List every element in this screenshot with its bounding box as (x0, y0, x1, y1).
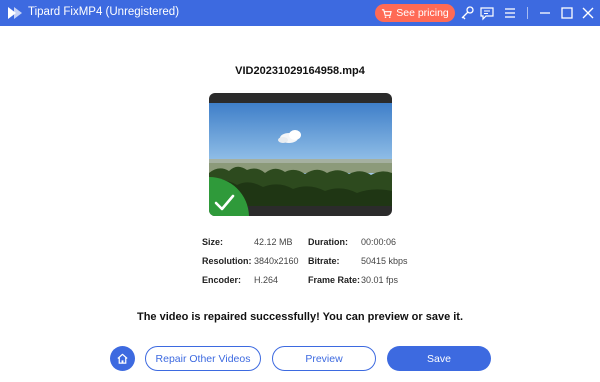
bitrate-value: 50415 kbps (361, 256, 408, 266)
preview-button[interactable]: Preview (272, 346, 376, 371)
framerate-label: Frame Rate: (308, 275, 361, 285)
key-icon[interactable] (459, 5, 475, 21)
see-pricing-label: See pricing (396, 7, 449, 19)
title-bar: Tipard FixMP4 (Unregistered) See pricing (0, 0, 600, 26)
file-name: VID20231029164958.mp4 (235, 65, 365, 77)
home-button[interactable] (110, 346, 135, 371)
menu-icon[interactable] (502, 5, 518, 21)
cart-icon (382, 8, 393, 18)
resolution-label: Resolution: (202, 256, 252, 266)
framerate-value: 30.01 fps (361, 275, 399, 285)
play-logo-icon (6, 5, 24, 21)
maximize-icon[interactable] (559, 5, 575, 21)
close-icon[interactable] (580, 5, 596, 21)
landscape-image (209, 103, 392, 206)
title-bar-divider (527, 7, 528, 19)
resolution-value: 3840x2160 (254, 256, 299, 266)
size-value: 42.12 MB (254, 237, 293, 247)
duration-value: 00:00:06 (361, 237, 397, 247)
app-title: Tipard FixMP4 (Unregistered) (28, 6, 180, 18)
success-message: The video is repaired successfully! You … (136, 311, 464, 323)
duration-label: Duration: (308, 237, 348, 247)
video-thumbnail (209, 93, 392, 216)
encoder-label: Encoder: (202, 275, 242, 285)
feedback-icon[interactable] (479, 5, 495, 21)
bitrate-label: Bitrate: (308, 256, 340, 266)
repair-other-videos-button[interactable]: Repair Other Videos (145, 346, 261, 371)
encoder-value: H.264 (254, 275, 279, 285)
minimize-icon[interactable] (537, 5, 553, 21)
save-button[interactable]: Save (387, 346, 491, 371)
size-label: Size: (202, 237, 224, 247)
home-icon (117, 353, 128, 364)
see-pricing-button[interactable]: See pricing (375, 4, 455, 22)
